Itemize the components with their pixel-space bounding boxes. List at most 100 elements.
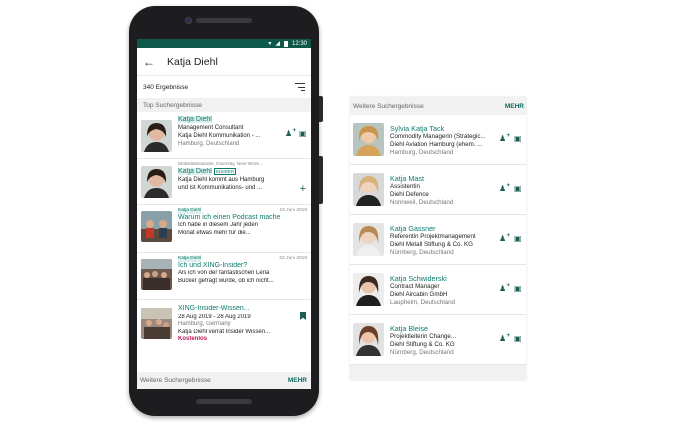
insider-badge: INSIDER [213,168,237,175]
message-icon[interactable]: ▣ [299,130,308,138]
event-dates: 28 Aug 2019 - 28 Aug 2019 [178,313,251,320]
person-actions: ♟ + ▣ [499,283,523,293]
event-place: Hamburg, Germany [178,321,231,328]
person-info: Katja Mast Assistentin Diehl Defence Non… [390,174,486,208]
person-actions: ♟ + ▣ [499,233,523,243]
person-name[interactable]: Katja Diehl [178,116,212,123]
person-info: Sylvia Katja Tack Commodity Managerin (S… [390,124,486,158]
person-actions: ♟ + ▣ [499,333,523,343]
result-article-podcast[interactable]: Katja Diehl 23 Juni 2019 Warum ich einen… [137,205,311,253]
more-results-panel: Weitere Suchergebnisse MEHR Sylvia Katja… [350,97,526,380]
follow-plus-icon[interactable]: + [300,183,306,195]
status-time: 12:30 [291,40,307,47]
more-button[interactable]: MEHR [288,377,307,384]
results-count: 340 Ergebnisse [143,83,189,91]
person-location: Nürnberg, Deutschland [390,349,454,357]
panel-title: Weitere Suchergebnisse [353,102,424,110]
event-title[interactable]: XING-Insider-Wissen... [178,305,295,314]
wifi-icon: ▾ [268,41,272,47]
back-arrow-icon[interactable]: ← [143,55,159,69]
person-name[interactable]: Katja Diehl [178,168,212,175]
result-actions: ♟ + ▣ [285,128,308,138]
avatar [353,123,384,156]
power-button [319,96,323,122]
person-name[interactable]: Katja Mast [390,174,486,183]
avatar [141,166,172,198]
add-contact-icon[interactable]: ♟ + [499,233,510,243]
result-article-xing-insider[interactable]: Katja Diehl 02 Juni 2019 Ich und XING-In… [137,253,311,300]
sort-filter-icon[interactable] [295,83,305,91]
person-result[interactable]: Katja Schwiderski Contract Manager Diehl… [350,265,526,315]
article-title[interactable]: Ich und XING-Insider? [178,262,307,270]
insider-bio-line-1: Katja Diehl kommt aus Hamburg [178,177,265,183]
person-info: Katja Bleise Projektleiterin Change... D… [390,324,486,358]
message-icon[interactable]: ▣ [514,185,523,193]
article-excerpt-line-2: Monat etwas mehr für die... [178,229,251,236]
event-description: Katja Diehl verrät Insider Wissen... [178,328,271,335]
top-speaker [196,18,252,23]
phone-screen: ▾ ◢ 12:30 ← Katja Diehl 340 Ergebnisse T… [137,39,311,389]
person-result[interactable]: Katja Mast Assistentin Diehl Defence Non… [350,165,526,215]
person-title: Assistentin [390,183,420,190]
more-results-bar[interactable]: Weitere Suchergebnisse MEHR [137,372,311,389]
person-title: Referentin Projektmanagement [390,233,476,240]
article-title[interactable]: Warum ich einen Podcast mache [178,214,307,222]
person-company: Diehl Metall Stiftung & Co. KG [390,241,473,249]
person-name[interactable]: Katja Bleise [390,324,486,333]
avatar [141,120,172,152]
message-icon[interactable]: ▣ [514,285,523,293]
message-icon[interactable]: ▣ [514,235,523,243]
result-person-katja-diehl[interactable]: Katja Diehl Management Consultant Katja … [137,112,311,159]
bookmark-icon[interactable] [300,312,306,320]
event-price: Kostenlos [178,336,208,343]
person-location: Nonnweil, Deutschland [390,199,454,207]
person-name[interactable]: Sylvia Katja Tack [390,124,486,133]
volume-button [319,156,323,204]
signal-icon: ◢ [275,41,280,47]
bottom-speaker [196,399,252,404]
person-actions: ♟ + ▣ [499,183,523,193]
person-name[interactable]: Katja Gassner [390,224,486,233]
article-image [141,259,172,290]
result-text: Mobilitätswandel, Diversity, New Work...… [178,162,303,192]
add-contact-icon[interactable]: ♟ + [499,183,510,193]
person-location: Nürnberg, Deutschland [390,249,454,257]
person-info: Katja Gassner Referentin Projektmanageme… [390,224,486,258]
panel-header: Weitere Suchergebnisse MEHR [350,97,526,115]
event-image [141,308,172,339]
person-company: Diehl Aviation Hamburg (ehem. ... [390,141,483,149]
battery-icon [283,40,288,47]
job-title: Management Consultant [178,125,244,131]
message-icon[interactable]: ▣ [514,335,523,343]
person-location: Hamburg, Deutschland [390,149,454,157]
add-contact-icon[interactable]: ♟ + [499,283,510,293]
insider-bio-line-2: und ist Kommunikations- und ... [178,185,263,191]
person-title: Projektleiterin Change... [390,333,457,340]
avatar [353,273,384,306]
panel-more-button[interactable]: MEHR [505,103,524,110]
person-name[interactable]: Katja Schwiderski [390,274,486,283]
result-event-xing-insider-wissen[interactable]: XING-Insider-Wissen... 28 Aug 2019 - 28 … [137,300,311,350]
result-insider-katja-diehl[interactable]: Mobilitätswandel, Diversity, New Work...… [137,159,311,205]
company: Katja Diehl Kommunikation - ... [178,133,261,139]
person-result[interactable]: Katja Bleise Projektleiterin Change... D… [350,315,526,365]
avatar [353,173,384,206]
message-icon[interactable]: ▣ [514,135,523,143]
avatar [353,323,384,356]
search-query-title: Katja Diehl [167,55,218,68]
phone-frame: ▾ ◢ 12:30 ← Katja Diehl 340 Ergebnisse T… [129,6,323,416]
article-image [141,211,172,242]
person-company: Diehl Defence [390,191,429,199]
add-contact-icon[interactable]: ♟ + [285,128,296,138]
add-contact-icon[interactable]: ♟ + [499,333,510,343]
person-info: Katja Schwiderski Contract Manager Diehl… [390,274,486,308]
person-title: Commodity Managerin (Strategic... [390,133,486,140]
person-company: Diehl Aircabin GmbH [390,291,448,299]
article-date: 02 Juni 2019 [279,256,307,261]
person-result[interactable]: Katja Gassner Referentin Projektmanageme… [350,215,526,265]
add-contact-icon[interactable]: ♟ + [499,133,510,143]
person-result[interactable]: Sylvia Katja Tack Commodity Managerin (S… [350,115,526,165]
front-camera [185,17,192,24]
more-results-label: Weitere Suchergebnisse [140,377,211,384]
person-location: Laupheim, Deutschland [390,299,456,307]
